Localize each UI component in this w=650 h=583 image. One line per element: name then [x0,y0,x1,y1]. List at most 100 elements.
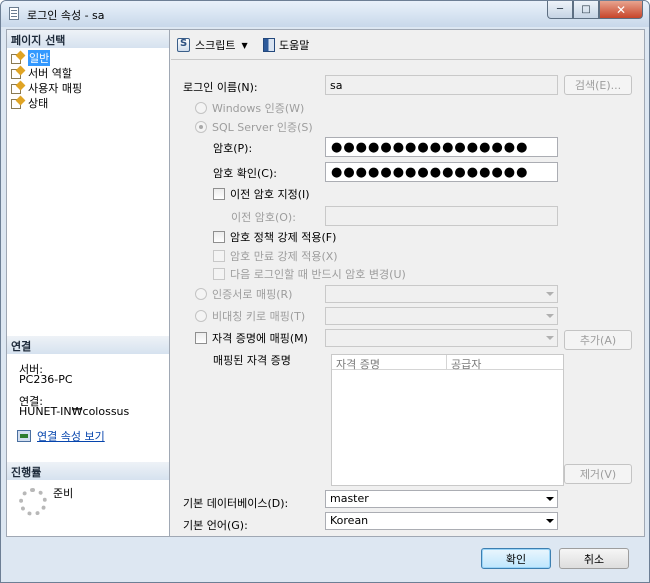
page-item-server-roles[interactable]: 서버 역할 [11,65,72,80]
checkbox-icon [213,250,225,262]
enforce-expiration-checkbox[interactable]: 암호 만료 강제 적용(X) [213,248,338,264]
specify-old-password-checkbox[interactable]: 이전 암호 지정(I) [213,186,310,202]
enforce-policy-checkbox[interactable]: 암호 정책 강제 적용(F) [213,229,336,245]
chevron-down-icon [546,336,554,340]
windows-auth-label: Windows 인증(W) [212,102,305,115]
confirm-password-label: 암호 확인(C): [213,167,277,180]
credential-mapping-checkbox[interactable]: 자격 증명에 매핑(M) [195,330,308,346]
must-change-label: 다음 로그인할 때 반드시 암호 변경(U) [230,268,406,281]
window-icon [9,7,19,20]
add-credential-button[interactable]: 추가(A) [564,330,632,350]
page-item-label: 사용자 매핑 [28,81,83,95]
mapped-credentials-grid[interactable]: 자격 증명 공급자 [331,354,564,486]
pages-header: 페이지 선택 [7,30,169,48]
cert-mapping-radio[interactable]: 인증서로 매핑(R) [195,286,292,302]
asym-key-mapping-radio[interactable]: 비대칭 키로 매핑(T) [195,308,305,324]
view-connection-properties-link[interactable]: 연결 속성 보기 [17,428,105,444]
chevron-down-icon [546,314,554,318]
radio-icon [195,310,207,322]
sql-auth-radio[interactable]: SQL Server 인증(S) [195,119,313,135]
old-password-field[interactable] [325,206,558,226]
remove-credential-button[interactable]: 제거(V) [564,464,632,484]
cert-mapping-select[interactable] [325,285,558,303]
page-item-status[interactable]: 상태 [11,95,48,110]
default-language-value: Korean [330,514,369,527]
cert-mapping-label: 인증서로 매핑(R) [212,288,293,301]
script-button[interactable]: 스크립트 ▼ [177,37,248,53]
checkbox-icon [195,332,207,344]
page-icon [11,95,26,109]
radio-icon [195,288,207,300]
default-database-select[interactable]: master [325,490,558,508]
maximize-button[interactable]: □ [573,1,599,19]
login-name-label: 로그인 이름(N): [183,81,258,94]
page-item-user-mapping[interactable]: 사용자 매핑 [11,80,82,95]
minimize-button[interactable]: ─ [547,1,573,19]
connection-value: HUNET-IN₩colossus [19,405,130,418]
default-database-label: 기본 데이터베이스(D): [183,497,289,510]
enforce-policy-label: 암호 정책 강제 적용(F) [230,231,337,244]
window-title: 로그인 속성 - sa [27,9,105,22]
must-change-checkbox[interactable]: 다음 로그인할 때 반드시 암호 변경(U) [213,266,406,282]
cancel-button[interactable]: 취소 [559,548,629,569]
confirm-password-field[interactable]: ●●●●●●●●●●●●●●●● [325,162,558,182]
login-name-field[interactable]: sa [325,75,558,95]
dialog-client-area: 페이지 선택 일반 서버 역할 사용자 매핑 상태 연결 서버: PC236-P… [6,29,645,537]
script-icon [177,38,190,52]
page-item-label: 서버 역할 [28,66,72,80]
help-button[interactable]: 도움말 [263,37,309,53]
checkbox-icon [213,268,225,280]
chevron-down-icon [546,292,554,296]
dialog-footer: 확인 취소 [6,539,645,579]
grid-header: 자격 증명 공급자 [332,355,563,371]
old-password-label: 이전 암호(O): [231,211,296,224]
radio-selected-icon [195,121,207,133]
progress-spinner-icon [19,488,47,516]
page-icon [11,50,26,64]
grid-column-provider[interactable]: 공급자 [447,355,563,371]
default-language-label: 기본 언어(G): [183,519,248,532]
enforce-expiration-label: 암호 만료 강제 적용(X) [230,250,338,263]
close-button[interactable]: ✕ [599,1,643,19]
progress-status: 준비 [53,487,74,500]
default-database-value: master [330,492,369,505]
connection-header: 연결 [7,336,169,354]
search-button[interactable]: 검색(E)... [564,75,632,95]
credential-mapping-label: 자격 증명에 매핑(M) [212,332,308,345]
page-item-label: 상태 [28,96,49,110]
chevron-down-icon [546,497,554,501]
asym-key-mapping-label: 비대칭 키로 매핑(T) [212,310,306,323]
left-panel: 페이지 선택 일반 서버 역할 사용자 매핑 상태 연결 서버: PC236-P… [7,30,170,536]
sql-auth-label: SQL Server 인증(S) [212,121,313,134]
connection-properties-icon [17,430,31,442]
mapped-credentials-label: 매핑된 자격 증명 [213,354,291,367]
asym-key-mapping-select[interactable] [325,307,558,325]
password-label: 암호(P): [213,142,253,155]
help-label: 도움말 [279,39,310,52]
specify-old-password-label: 이전 암호 지정(I) [230,188,310,201]
page-item-label: 일반 [28,49,51,66]
windows-auth-radio[interactable]: Windows 인증(W) [195,100,304,116]
page-icon [11,80,26,94]
help-icon [263,38,275,52]
ok-button[interactable]: 확인 [481,548,551,569]
default-language-select[interactable]: Korean [325,512,558,530]
grid-column-credential[interactable]: 자격 증명 [332,355,447,371]
view-connection-properties-label: 연결 속성 보기 [37,430,105,443]
checkbox-icon [213,188,225,200]
progress-header: 진행률 [7,462,169,480]
password-field[interactable]: ●●●●●●●●●●●●●●●● [325,137,558,157]
radio-icon [195,102,207,114]
server-value: PC236-PC [19,373,73,386]
general-page: 스크립트 ▼ 도움말 로그인 이름(N): sa 검색(E)... Window… [171,30,644,536]
credential-select[interactable] [325,329,558,347]
chevron-down-icon: ▼ [241,40,248,50]
title-bar[interactable]: 로그인 속성 - sa ─ □ ✕ [1,1,649,27]
window-controls: ─ □ ✕ [547,1,643,20]
chevron-down-icon [546,519,554,523]
page-icon [11,65,26,79]
script-label: 스크립트 [195,39,236,52]
page-item-general[interactable]: 일반 [11,49,51,66]
toolbar: 스크립트 ▼ 도움말 [171,30,644,60]
checkbox-icon [213,231,225,243]
